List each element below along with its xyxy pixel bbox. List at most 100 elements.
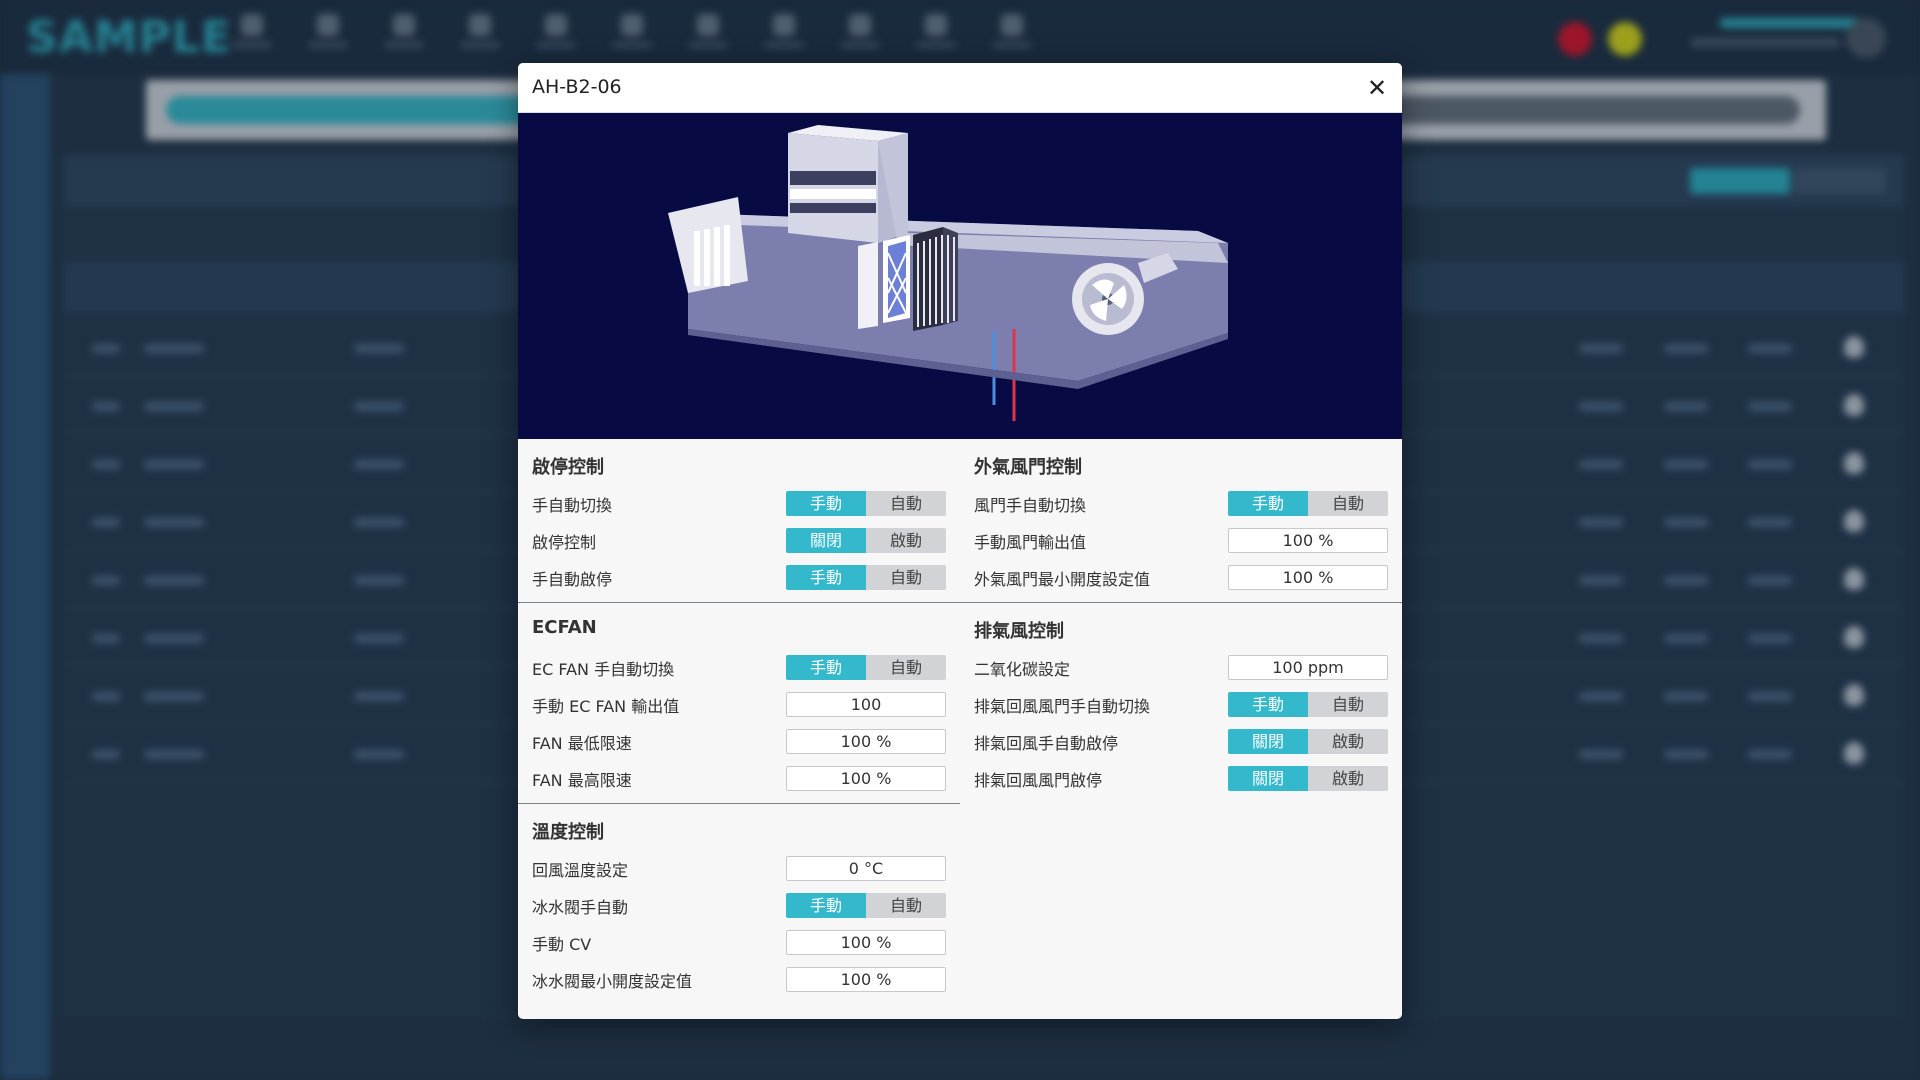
row-exhaust-damper-start-stop: 排氣回風風門啟停 關閉 啟動	[974, 760, 1388, 797]
damper-min-open-field[interactable]: 100 %	[1228, 565, 1388, 590]
upper-grille-1	[790, 171, 876, 185]
coil-side	[943, 227, 958, 325]
modal-title: AH-B2-06	[532, 76, 622, 98]
row-chw-valve-min-open: 冰水閥最小開度設定值 100 %	[532, 961, 946, 998]
section-temperature: 溫度控制 回風溫度設定 0 °C 冰水閥手自動 手動 自動 手動 CV 100 …	[518, 804, 960, 998]
chw-valve-toggle: 手動 自動	[786, 893, 946, 918]
row-label: 手自動啟停	[532, 569, 613, 589]
row-label: 冰水閥手自動	[532, 897, 629, 917]
upper-grille-2	[790, 189, 876, 199]
row-label: 手動 EC FAN 輸出值	[532, 696, 680, 716]
option-manual[interactable]: 手動	[786, 893, 866, 918]
row-damper-manual-auto: 風門手自動切換 手動 自動	[974, 485, 1388, 522]
exhaust-damper-manual-auto-toggle: 手動 自動	[1228, 692, 1388, 717]
option-auto[interactable]: 自動	[1308, 692, 1388, 717]
section-start-stop: 啟停控制 手自動切換 手動 自動 啟停控制 關閉 啟動 手自動啟停 手動 自動	[518, 439, 960, 596]
row-label: 手動 CV	[532, 934, 592, 954]
row-ecfan-manual-auto: EC FAN 手自動切換 手動 自動	[532, 649, 946, 686]
option-off[interactable]: 關閉	[786, 528, 866, 553]
row-co2-setpoint: 二氧化碳設定 100 ppm	[974, 649, 1388, 686]
row-manual-auto-start-stop: 手自動啟停 手動 自動	[532, 559, 946, 596]
upper-grille-3	[790, 203, 876, 213]
ahu-illustration	[668, 125, 1228, 421]
row-label: FAN 最高限速	[532, 770, 632, 790]
co2-setpoint-field[interactable]: 100 ppm	[1228, 655, 1388, 680]
option-auto[interactable]: 自動	[866, 655, 946, 680]
section-title: 排氣風控制	[974, 621, 1064, 642]
option-auto[interactable]: 自動	[1308, 491, 1388, 516]
return-temp-field[interactable]: 0 °C	[786, 856, 946, 881]
chw-valve-min-open-field[interactable]: 100 %	[786, 967, 946, 992]
row-label: 手動風門輸出值	[974, 532, 1087, 552]
row-ecfan-output: 手動 EC FAN 輸出值 100	[532, 686, 946, 723]
option-manual[interactable]: 手動	[1228, 692, 1308, 717]
right-column: 外氣風門控制 風門手自動切換 手動 自動 手動風門輸出值 100 % 外氣風門最…	[960, 439, 1402, 797]
row-label: 回風溫度設定	[532, 860, 629, 880]
row-label: 二氧化碳設定	[974, 659, 1071, 679]
manual-cv-field[interactable]: 100 %	[786, 930, 946, 955]
exhaust-start-stop-toggle: 關閉 啟動	[1228, 729, 1388, 754]
section-exhaust: 排氣風控制 二氧化碳設定 100 ppm 排氣回風風門手自動切換 手動 自動 排…	[960, 603, 1402, 797]
option-auto[interactable]: 自動	[866, 893, 946, 918]
damper-frame	[858, 242, 878, 329]
row-damper-output: 手動風門輸出值 100 %	[974, 522, 1388, 559]
left-column: 啟停控制 手自動切換 手動 自動 啟停控制 關閉 啟動 手自動啟停 手動 自動 …	[518, 439, 960, 998]
manual-auto-start-stop-toggle: 手動 自動	[786, 565, 946, 590]
row-fan-max-speed: FAN 最高限速 100 %	[532, 760, 946, 797]
option-on[interactable]: 啟動	[1308, 766, 1388, 791]
ecfan-manual-auto-toggle: 手動 自動	[786, 655, 946, 680]
row-label: 排氣回風風門手自動切換	[974, 696, 1151, 716]
row-label: 排氣回風手自動啟停	[974, 733, 1119, 753]
damper-output-field[interactable]: 100 %	[1228, 528, 1388, 553]
section-title: 溫度控制	[532, 822, 604, 843]
option-off[interactable]: 關閉	[1228, 729, 1308, 754]
option-manual[interactable]: 手動	[786, 655, 866, 680]
inlet-blade-1	[694, 231, 700, 286]
option-manual[interactable]: 手動	[786, 565, 866, 590]
section-title: 外氣風門控制	[974, 457, 1082, 478]
section-ecfan: ECFAN EC FAN 手自動切換 手動 自動 手動 EC FAN 輸出值 1…	[518, 603, 960, 797]
option-manual[interactable]: 手動	[786, 491, 866, 516]
manual-auto-toggle: 手動 自動	[786, 491, 946, 516]
start-stop-toggle: 關閉 啟動	[786, 528, 946, 553]
inlet-blade-3	[714, 227, 720, 286]
row-manual-cv: 手動 CV 100 %	[532, 924, 946, 961]
row-return-temp-setpoint: 回風溫度設定 0 °C	[532, 850, 946, 887]
row-exhaust-start-stop: 排氣回風手自動啟停 關閉 啟動	[974, 723, 1388, 760]
row-damper-min-open: 外氣風門最小開度設定值 100 %	[974, 559, 1388, 596]
inlet-blade-4	[724, 225, 730, 286]
option-auto[interactable]: 自動	[866, 491, 946, 516]
option-on[interactable]: 啟動	[866, 528, 946, 553]
row-label: 冰水閥最小開度設定值	[532, 971, 693, 991]
exhaust-damper-start-stop-toggle: 關閉 啟動	[1228, 766, 1388, 791]
row-exhaust-damper-manual-auto: 排氣回風風門手自動切換 手動 自動	[974, 686, 1388, 723]
damper-manual-auto-toggle: 手動 自動	[1228, 491, 1388, 516]
option-manual[interactable]: 手動	[1228, 491, 1308, 516]
fan-max-speed-field[interactable]: 100 %	[786, 766, 946, 791]
equipment-control-modal: AH-B2-06 ✕ 啟停控制 手自動切換 手動 自動 啟停控制 關閉 啟動 手…	[518, 63, 1402, 1019]
ahu-diagram	[518, 113, 1402, 439]
row-label: EC FAN 手自動切換	[532, 659, 675, 679]
section-title: ECFAN	[532, 617, 597, 638]
modal-header: AH-B2-06 ✕	[518, 63, 1402, 113]
row-start-stop-control: 啟停控制 關閉 啟動	[532, 522, 946, 559]
upper-duct-front	[788, 133, 878, 243]
row-label: 風門手自動切換	[974, 495, 1087, 515]
section-outdoor-damper: 外氣風門控制 風門手自動切換 手動 自動 手動風門輸出值 100 % 外氣風門最…	[960, 439, 1402, 596]
row-fan-min-speed: FAN 最低限速 100 %	[532, 723, 946, 760]
close-icon[interactable]: ✕	[1360, 71, 1394, 105]
row-label: 排氣回風風門啟停	[974, 770, 1103, 790]
row-manual-auto: 手自動切換 手動 自動	[532, 485, 946, 522]
option-auto[interactable]: 自動	[866, 565, 946, 590]
option-on[interactable]: 啟動	[1308, 729, 1388, 754]
section-title: 啟停控制	[532, 457, 604, 478]
row-label: FAN 最低限速	[532, 733, 632, 753]
row-label: 手自動切換	[532, 495, 613, 515]
control-sections: 啟停控制 手自動切換 手動 自動 啟停控制 關閉 啟動 手自動啟停 手動 自動 …	[518, 439, 1402, 1017]
option-off[interactable]: 關閉	[1228, 766, 1308, 791]
row-label: 啟停控制	[532, 532, 597, 552]
ecfan-output-field[interactable]: 100	[786, 692, 946, 717]
fan-min-speed-field[interactable]: 100 %	[786, 729, 946, 754]
inlet-blade-2	[704, 229, 710, 286]
row-chw-valve-manual-auto: 冰水閥手自動 手動 自動	[532, 887, 946, 924]
